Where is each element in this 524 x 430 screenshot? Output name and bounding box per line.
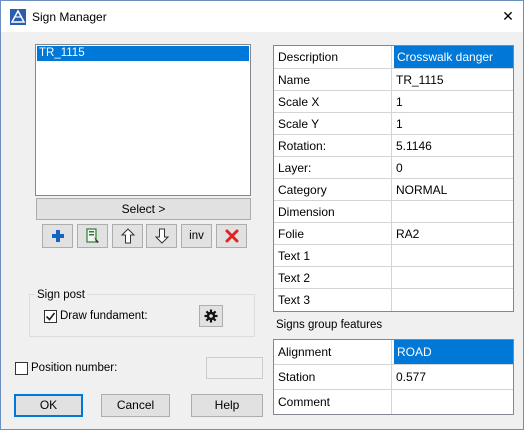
move-up-button[interactable] (112, 224, 143, 248)
property-value[interactable]: RA2 (393, 223, 513, 244)
sign-post-title: Sign post (35, 289, 87, 301)
property-value[interactable]: 0 (393, 157, 513, 178)
arrow-up-icon (120, 228, 135, 244)
property-key: Scale X (274, 91, 392, 112)
sign-list[interactable]: TR_1115 (35, 44, 251, 196)
list-item[interactable]: TR_1115 (37, 46, 249, 61)
property-value[interactable] (393, 267, 513, 288)
property-row[interactable]: Category NORMAL (274, 179, 513, 201)
help-button[interactable]: Help (191, 394, 263, 417)
move-down-button[interactable] (146, 224, 177, 248)
ok-button[interactable]: OK (14, 394, 83, 417)
draw-fundament-label: Draw fundament: (60, 310, 148, 322)
checkmark-icon (45, 312, 56, 321)
property-key: Text 1 (274, 245, 392, 266)
position-number-input[interactable] (206, 357, 263, 379)
property-key: Dimension (274, 201, 392, 222)
delete-x-icon (225, 229, 238, 243)
property-key: Alignment (274, 340, 392, 364)
edit-sign-icon (85, 228, 99, 243)
group-features-grid[interactable]: Alignment ROAD Station 0.577 Comment (273, 339, 514, 415)
property-row[interactable]: Text 3 (274, 289, 513, 311)
properties-grid[interactable]: Description Crosswalk danger Name TR_111… (273, 45, 514, 312)
property-key: Station (274, 365, 392, 389)
property-row[interactable]: Alignment ROAD (274, 340, 513, 365)
select-button[interactable]: Select > (36, 198, 251, 220)
property-key: Description (274, 46, 392, 68)
add-sign-button[interactable] (42, 224, 73, 248)
close-icon: ✕ (502, 8, 514, 24)
delete-sign-button[interactable] (216, 224, 247, 248)
property-key: Name (274, 69, 392, 90)
property-key: Text 3 (274, 289, 392, 311)
cancel-button[interactable]: Cancel (101, 394, 170, 417)
property-key: Rotation: (274, 135, 392, 156)
property-row[interactable]: Rotation: 5.1146 (274, 135, 513, 157)
property-row[interactable]: Scale X 1 (274, 91, 513, 113)
property-value[interactable]: Crosswalk danger (394, 46, 513, 68)
plus-icon (51, 230, 64, 242)
property-value[interactable]: 1 (393, 113, 513, 134)
gear-icon (204, 309, 218, 323)
invert-label: inv (189, 230, 204, 242)
property-value[interactable]: 1 (393, 91, 513, 112)
property-value[interactable]: TR_1115 (393, 69, 513, 90)
arrow-down-icon (154, 228, 169, 244)
property-key: Scale Y (274, 113, 392, 134)
property-row[interactable]: Name TR_1115 (274, 69, 513, 91)
property-row[interactable]: Scale Y 1 (274, 113, 513, 135)
fundament-settings-button[interactable] (199, 305, 223, 327)
property-row[interactable]: Comment (274, 390, 513, 414)
property-key: Comment (274, 390, 392, 414)
window-title: Sign Manager (32, 10, 107, 24)
property-row[interactable]: Folie RA2 (274, 223, 513, 245)
property-row[interactable]: Station 0.577 (274, 365, 513, 390)
close-button[interactable]: ✕ (493, 1, 523, 32)
property-key: Text 2 (274, 267, 392, 288)
property-key: Folie (274, 223, 392, 244)
property-value[interactable]: NORMAL (393, 179, 513, 200)
property-row[interactable]: Text 2 (274, 267, 513, 289)
property-value[interactable] (393, 390, 513, 414)
property-value[interactable]: ROAD (394, 340, 513, 364)
signs-group-features-title: Signs group features (276, 319, 383, 331)
draw-fundament-checkbox[interactable] (44, 310, 57, 323)
property-value[interactable]: 0.577 (393, 365, 513, 389)
property-value[interactable] (393, 201, 513, 222)
sign-manager-dialog: Sign Manager ✕ TR_1115 Select > inv Sign… (0, 0, 524, 430)
property-key: Category (274, 179, 392, 200)
invert-button[interactable]: inv (181, 224, 212, 248)
position-number-checkbox[interactable] (15, 362, 28, 375)
property-row[interactable]: Layer: 0 (274, 157, 513, 179)
property-row[interactable]: Text 1 (274, 245, 513, 267)
title-bar: Sign Manager ✕ (1, 1, 523, 32)
property-value[interactable] (393, 289, 513, 311)
edit-sign-button[interactable] (77, 224, 108, 248)
property-value[interactable]: 5.1146 (393, 135, 513, 156)
property-row[interactable]: Description Crosswalk danger (274, 46, 513, 69)
property-value[interactable] (393, 245, 513, 266)
position-number-label: Position number: (31, 362, 118, 374)
property-key: Layer: (274, 157, 392, 178)
property-row[interactable]: Dimension (274, 201, 513, 223)
app-icon (10, 9, 26, 25)
